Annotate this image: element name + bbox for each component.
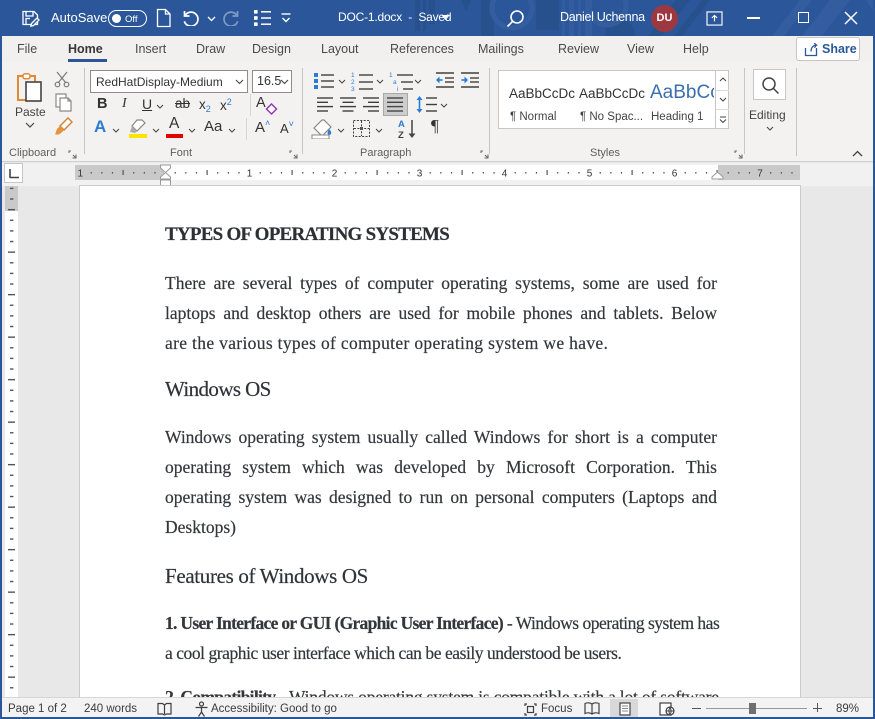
svg-text:5: 5 — [587, 169, 593, 180]
svg-text:a: a — [393, 79, 397, 86]
svg-text:A: A — [398, 119, 405, 130]
svg-text:1: 1 — [389, 72, 393, 79]
svg-text:1: 1 — [78, 169, 84, 180]
svg-text:1: 1 — [247, 169, 253, 180]
svg-text:Z: Z — [398, 130, 404, 139]
svg-text:6: 6 — [672, 169, 678, 180]
svg-text:2: 2 — [332, 169, 338, 180]
svg-text:i: i — [397, 86, 398, 91]
svg-text:3: 3 — [417, 169, 423, 180]
svg-text:1: 1 — [351, 72, 355, 79]
svg-text:3: 3 — [351, 86, 355, 91]
svg-text:4: 4 — [502, 169, 508, 180]
svg-text:7: 7 — [757, 169, 763, 180]
svg-text:2: 2 — [351, 79, 355, 86]
